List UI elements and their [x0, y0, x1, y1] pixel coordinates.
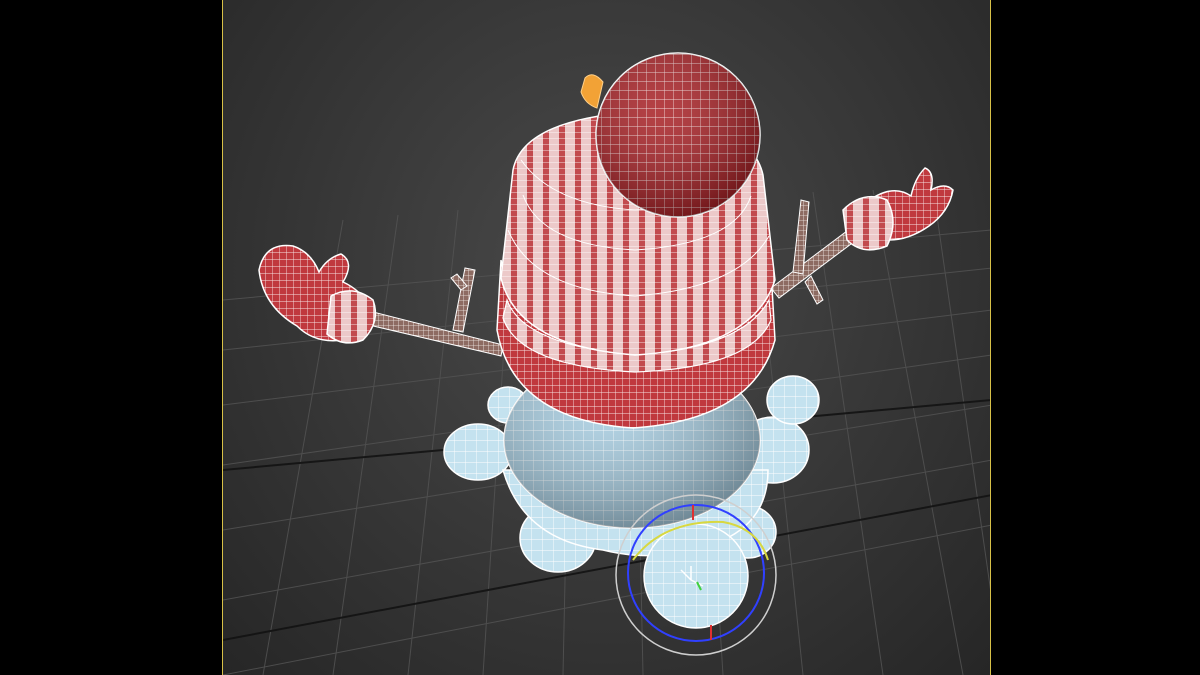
mitten-left[interactable] [258, 244, 377, 344]
letterbox-right [992, 0, 1200, 675]
app-window [0, 0, 1200, 675]
mitten-right[interactable] [842, 167, 954, 251]
perspective-viewport[interactable] [222, 0, 991, 675]
pompom[interactable] [595, 52, 761, 218]
letterbox-left [0, 0, 222, 675]
viewport-canvas[interactable] [223, 0, 991, 675]
carrot-nose[interactable] [580, 74, 604, 109]
